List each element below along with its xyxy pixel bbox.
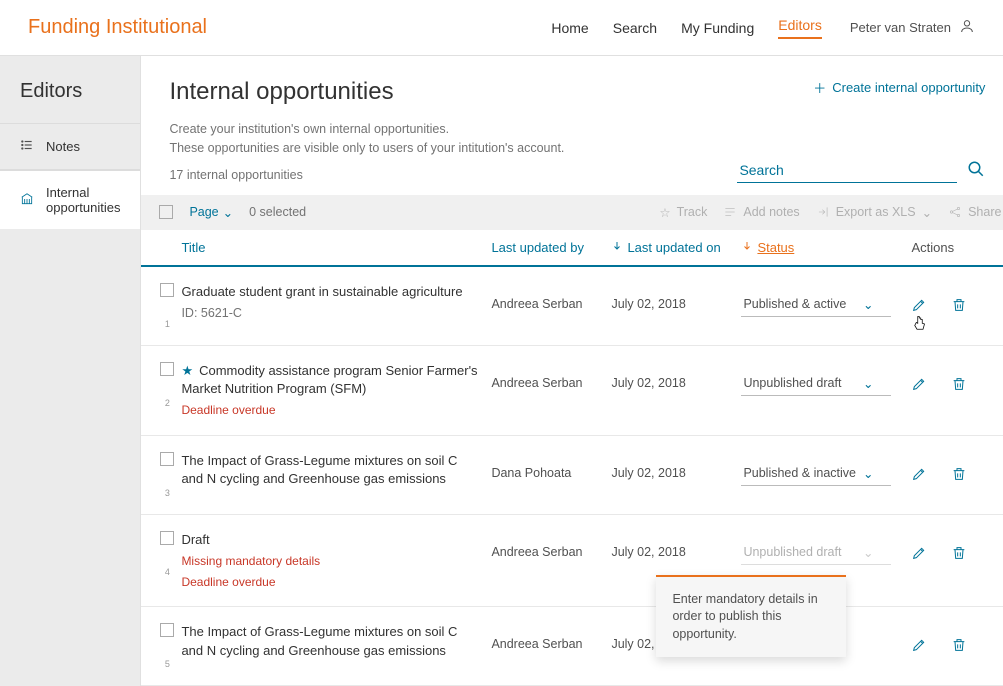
status-select[interactable]: Published & inactive⌄ (741, 462, 891, 486)
row-updated-by: Andreea Serban (491, 623, 611, 651)
row-title[interactable]: DraftMissing mandatory detailsDeadline o… (181, 531, 491, 591)
status-select[interactable]: Published & active⌄ (741, 293, 891, 317)
col-status[interactable]: Status (741, 240, 911, 255)
sidebar-item-notes[interactable]: Notes (0, 123, 140, 170)
row-title[interactable]: ★Commodity assistance program Senior Far… (181, 362, 491, 419)
row-updated-on: July 02, 2018 (611, 362, 741, 390)
row-checkbox[interactable] (160, 452, 174, 466)
table-row: 4 DraftMissing mandatory detailsDeadline … (141, 515, 1003, 608)
status-select: Unpublished draft⌄ (741, 541, 891, 565)
create-opportunity-button[interactable]: ＋ Create internal opportunity (813, 78, 985, 97)
delete-button[interactable] (951, 452, 991, 485)
list-icon (20, 138, 34, 155)
select-all-checkbox[interactable] (159, 205, 173, 219)
row-checkbox[interactable] (160, 623, 174, 637)
sidebar-item-label: Internal opportunities (46, 185, 120, 215)
sidebar-item-opportunities[interactable]: Internal opportunities (0, 170, 140, 229)
delete-button[interactable] (951, 283, 991, 316)
col-updated-by[interactable]: Last updated by (491, 240, 611, 255)
row-updated-by: Andreea Serban (491, 531, 611, 559)
table-row: 3 The Impact of Grass-Legume mixtures on … (141, 436, 1003, 515)
row-checkbox[interactable] (160, 362, 174, 376)
row-alert: Deadline overdue (181, 574, 481, 591)
nav-home[interactable]: Home (551, 20, 588, 36)
row-number: 5 (165, 659, 170, 669)
delete-button[interactable] (951, 531, 991, 564)
row-alert: Deadline overdue (181, 402, 481, 419)
user-icon (959, 18, 975, 37)
edit-button[interactable] (911, 531, 951, 564)
row-number: 2 (165, 398, 170, 408)
delete-button[interactable] (951, 623, 991, 656)
track-button: ☆ Track (659, 205, 707, 220)
chevron-down-icon: ⌄ (863, 297, 873, 312)
row-title[interactable]: The Impact of Grass-Legume mixtures on s… (181, 623, 491, 659)
row-checkbox[interactable] (160, 283, 174, 297)
plus-icon: ＋ (813, 78, 826, 97)
sort-down-icon (611, 240, 623, 255)
edit-button[interactable] (911, 623, 951, 656)
page-desc-2: These opportunities are visible only to … (169, 139, 985, 158)
sort-down-icon (741, 240, 753, 255)
cursor-icon (911, 314, 929, 337)
chevron-down-icon: ⌄ (223, 205, 233, 220)
edit-button[interactable] (911, 283, 951, 316)
status-tooltip: Enter mandatory details in order to publ… (656, 575, 846, 658)
nav-search[interactable]: Search (613, 20, 657, 36)
star-icon: ☆ (659, 205, 670, 220)
chevron-down-icon: ⌄ (863, 545, 873, 560)
search-icon[interactable] (967, 160, 985, 181)
row-updated-by: Andreea Serban (491, 362, 611, 390)
star-icon: ★ (181, 363, 193, 378)
institution-icon (20, 192, 34, 209)
row-number: 4 (165, 567, 170, 577)
row-updated-on: July 02, 2018 (611, 452, 741, 480)
row-checkbox[interactable] (160, 531, 174, 545)
app-brand[interactable]: Funding Institutional (28, 16, 551, 39)
row-title[interactable]: The Impact of Grass-Legume mixtures on s… (181, 452, 491, 488)
chevron-down-icon: ⌄ (863, 466, 873, 481)
add-notes-button: Add notes (723, 205, 799, 219)
table-row: 5 The Impact of Grass-Legume mixtures on … (141, 607, 1003, 686)
user-name: Peter van Straten (850, 20, 951, 35)
export-button: Export as XLS ⌄ (816, 205, 932, 220)
nav-myfunding[interactable]: My Funding (681, 20, 754, 36)
selected-count: 0 selected (249, 205, 306, 219)
row-updated-by: Dana Pohoata (491, 452, 611, 480)
table-row: 1 Graduate student grant in sustainable a… (141, 267, 1003, 346)
sidebar-item-label: Notes (46, 139, 80, 154)
row-subtitle: ID: 5621-C (181, 305, 481, 323)
row-number: 1 (165, 319, 170, 329)
share-button: Share (948, 205, 1001, 219)
page-desc-1: Create your institution's own internal o… (169, 120, 985, 139)
row-number: 3 (165, 488, 170, 498)
create-label: Create internal opportunity (832, 80, 985, 95)
col-title[interactable]: Title (181, 240, 491, 255)
delete-button[interactable] (951, 362, 991, 395)
nav-editors[interactable]: Editors (778, 17, 822, 39)
col-updated-on[interactable]: Last updated on (611, 240, 741, 255)
chevron-down-icon: ⌄ (863, 376, 873, 391)
status-select[interactable]: Unpublished draft⌄ (741, 372, 891, 396)
table-row: 2 ★Commodity assistance program Senior Fa… (141, 346, 1003, 436)
page-selector[interactable]: Page ⌄ (189, 205, 233, 220)
chevron-down-icon: ⌄ (922, 205, 932, 220)
row-alert: Missing mandatory details (181, 553, 481, 570)
row-updated-on: July 02, 2018 (611, 531, 741, 559)
row-title[interactable]: Graduate student grant in sustainable ag… (181, 283, 491, 323)
edit-button[interactable] (911, 452, 951, 485)
col-actions: Actions (911, 240, 1001, 255)
edit-button[interactable] (911, 362, 951, 395)
user-menu[interactable]: Peter van Straten (850, 18, 975, 37)
search-input[interactable] (737, 158, 957, 183)
sidebar-title: Editors (0, 76, 140, 123)
row-updated-on: July 02, 2018 (611, 283, 741, 311)
row-updated-by: Andreea Serban (491, 283, 611, 311)
